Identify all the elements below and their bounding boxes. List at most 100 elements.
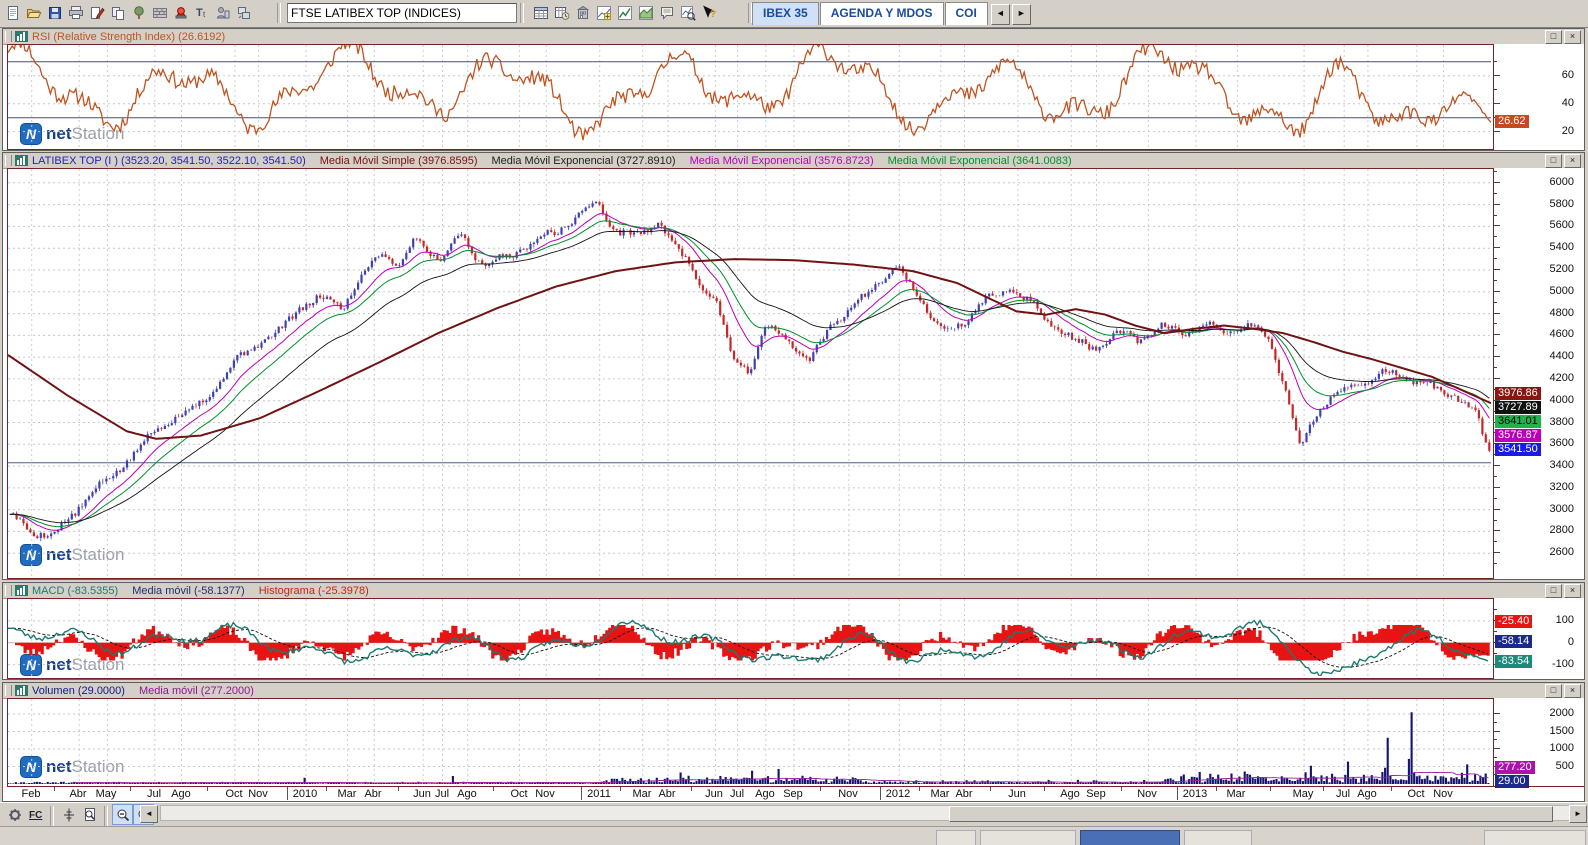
scroll-left-button[interactable]: ◄ (140, 805, 158, 823)
new-document-icon-glyph (7, 5, 18, 20)
tab-ibex-35[interactable]: IBEX 35 (752, 2, 819, 25)
print-icon[interactable] (65, 2, 86, 23)
time-axis-tick (54, 787, 55, 791)
panel-grip[interactable] (5, 585, 12, 596)
tab-scroll-left-button[interactable]: ◄ (990, 4, 1010, 25)
legend-item: Media Móvil Simple (3976.8595) (319, 154, 478, 167)
help-cursor-icon[interactable]: ? (698, 2, 719, 23)
news-note-icon[interactable] (656, 2, 677, 23)
netstation-logo-icon: N (20, 123, 42, 145)
rsi-chart[interactable]: Nnet Station (7, 44, 1494, 150)
chart-line-icon[interactable] (614, 2, 635, 23)
axis-tick-label: 4200 (1549, 372, 1574, 384)
time-axis-tick (326, 787, 327, 791)
taskbar-button[interactable] (936, 830, 976, 845)
tab-agenda-y-mdos[interactable]: AGENDA Y MDOS (819, 2, 944, 25)
time-axis-label: Jul (729, 788, 745, 800)
legend-item: Media móvil (-58.1377) (132, 584, 245, 597)
taskbar-button[interactable] (1184, 830, 1252, 845)
panel-buttons: □ × (1543, 683, 1581, 698)
macd-legend: MACD (-83.5355) Media móvil (-58.1377) His… (32, 585, 383, 597)
edit-confirm-icon[interactable] (86, 2, 107, 23)
volume-chart[interactable]: Nnet Station (7, 698, 1494, 787)
maximize-button[interactable]: □ (1545, 29, 1562, 44)
axis-tick-label: 4800 (1549, 307, 1574, 319)
axis-minor-tick (1494, 280, 1497, 281)
price-panel-header[interactable]: LATIBEX TOP (I ) (3523.20, 3541.50, 3522… (3, 153, 1584, 169)
axis-tick-label: 500 (1555, 760, 1574, 772)
chart-user-icon[interactable] (212, 2, 233, 23)
brick-wall-icon[interactable] (149, 2, 170, 23)
alarm-icon[interactable] (170, 2, 191, 23)
axis-tick-label: 60 (1561, 69, 1574, 81)
close-button[interactable]: × (1564, 153, 1581, 168)
price-chart[interactable]: Nnet Station (7, 168, 1494, 579)
axis-minor-tick (1494, 215, 1497, 216)
font-size-icon[interactable]: Tt (191, 2, 212, 23)
axis-minor-tick (1494, 171, 1497, 172)
time-axis-label: May (95, 788, 117, 800)
crosshair-icon[interactable] (58, 804, 79, 825)
market-building-icon[interactable] (572, 2, 593, 23)
axis-minor-tick (1494, 236, 1497, 237)
axis-minor-tick (1494, 367, 1497, 368)
time-axis: Feb Abr May Jul Ago Oct Nov 2010 Mar Abr Jun Jul Ago… (7, 786, 1584, 801)
time-axis-label: Abr (955, 788, 973, 800)
macd-chart[interactable]: Nnet Station (7, 598, 1494, 679)
legend-item: Media Móvil Exponencial (3576.8723) (689, 154, 874, 167)
horizontal-scrollbar[interactable] (160, 805, 1570, 822)
axis-tick-label: 4400 (1549, 350, 1574, 362)
tab-scroll-right-button[interactable]: ► (1011, 4, 1031, 25)
fc-mode-icon[interactable]: FC (25, 804, 46, 825)
data-table-icon[interactable] (530, 2, 551, 23)
copy-icon[interactable] (107, 2, 128, 23)
time-axis-label: Mar (1226, 788, 1246, 800)
chart-add-icon[interactable] (593, 2, 614, 23)
close-button[interactable]: × (1564, 583, 1581, 598)
send-window-icon[interactable] (233, 2, 254, 23)
axis-tick (1494, 334, 1500, 335)
maximize-button[interactable]: □ (1545, 683, 1562, 698)
quote-clock-icon[interactable] (551, 2, 572, 23)
panel-grip[interactable] (5, 155, 12, 166)
time-axis-label: 2012 (885, 788, 911, 800)
zoom-out-icon[interactable] (112, 804, 133, 825)
chart-search-icon[interactable] (677, 2, 698, 23)
tab-coi[interactable]: COI (944, 2, 988, 25)
maximize-button[interactable]: □ (1545, 153, 1562, 168)
chart-toolbar-group: ? (530, 0, 719, 23)
data-table-icon-glyph (533, 6, 548, 19)
panel-grip[interactable] (5, 685, 12, 696)
scrollbar-thumb[interactable] (949, 806, 1553, 822)
axis-minor-tick (1494, 739, 1497, 740)
new-document-icon[interactable] (2, 2, 23, 23)
taskbar-button[interactable] (1080, 830, 1180, 845)
close-button[interactable]: × (1564, 29, 1581, 44)
volume-panel-header[interactable]: Volumen (29.0000) Media móvil (277.2000) … (3, 683, 1584, 699)
macd-panel-header[interactable]: MACD (-83.5355) Media móvil (-58.1377) His… (3, 583, 1584, 599)
tree-view-icon[interactable] (128, 2, 149, 23)
settings-gear-icon[interactable] (4, 804, 25, 825)
volume-y-axis: 2000 1500 1000 500 277.20 29.00 (1494, 698, 1584, 788)
toolbar-separator (277, 3, 281, 23)
close-button[interactable]: × (1564, 683, 1581, 698)
chart-area-icon[interactable] (635, 2, 656, 23)
value-badge: 3541.50 (1495, 443, 1541, 456)
market-building-icon-glyph (576, 5, 589, 19)
file-toolbar-group: Tt (2, 0, 254, 23)
taskbar-button[interactable] (980, 830, 1076, 845)
symbol-input[interactable] (287, 3, 517, 23)
rsi-panel-header[interactable]: RSI (Relative Strength Index) (26.6192) … (3, 29, 1584, 45)
save-icon[interactable] (44, 2, 65, 23)
axis-minor-tick (1494, 476, 1497, 477)
scroll-right-button[interactable]: ► (1569, 805, 1587, 823)
axis-tick (1494, 378, 1500, 379)
open-folder-icon[interactable] (23, 2, 44, 23)
page-preview-icon[interactable] (79, 804, 100, 825)
maximize-button[interactable]: □ (1545, 583, 1562, 598)
taskbar-button[interactable] (1484, 830, 1586, 845)
time-axis-label: Nov (1433, 788, 1453, 800)
time-axis-label: Mar (632, 788, 652, 800)
panel-grip[interactable] (5, 31, 12, 42)
axis-minor-tick (1494, 89, 1497, 90)
